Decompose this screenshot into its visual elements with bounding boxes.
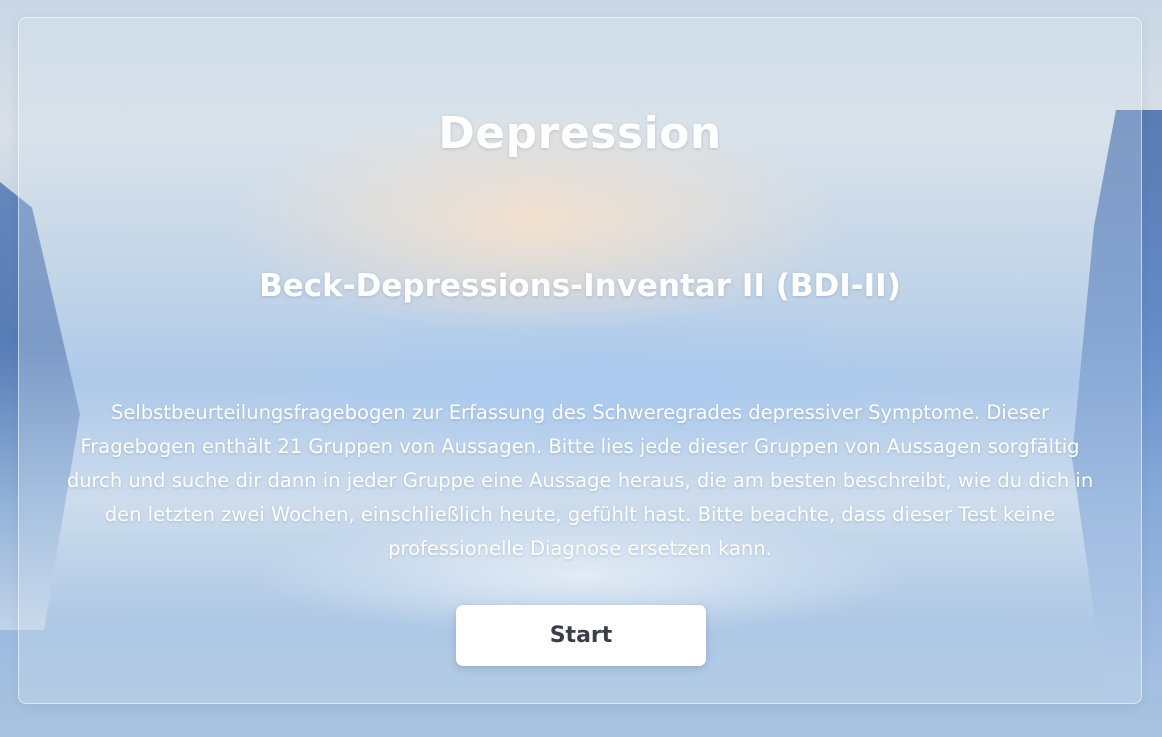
start-button[interactable]: Start xyxy=(456,605,706,666)
test-name: Beck-Depressions-Inventar II (BDI-II) xyxy=(259,268,901,304)
page-title: Depression xyxy=(438,108,722,159)
page-background: Depression Beck-Depressions-Inventar II … xyxy=(0,0,1162,737)
intro-card: Depression Beck-Depressions-Inventar II … xyxy=(18,17,1142,704)
test-description: Selbstbeurteilungsfragebogen zur Erfassu… xyxy=(66,401,1094,560)
